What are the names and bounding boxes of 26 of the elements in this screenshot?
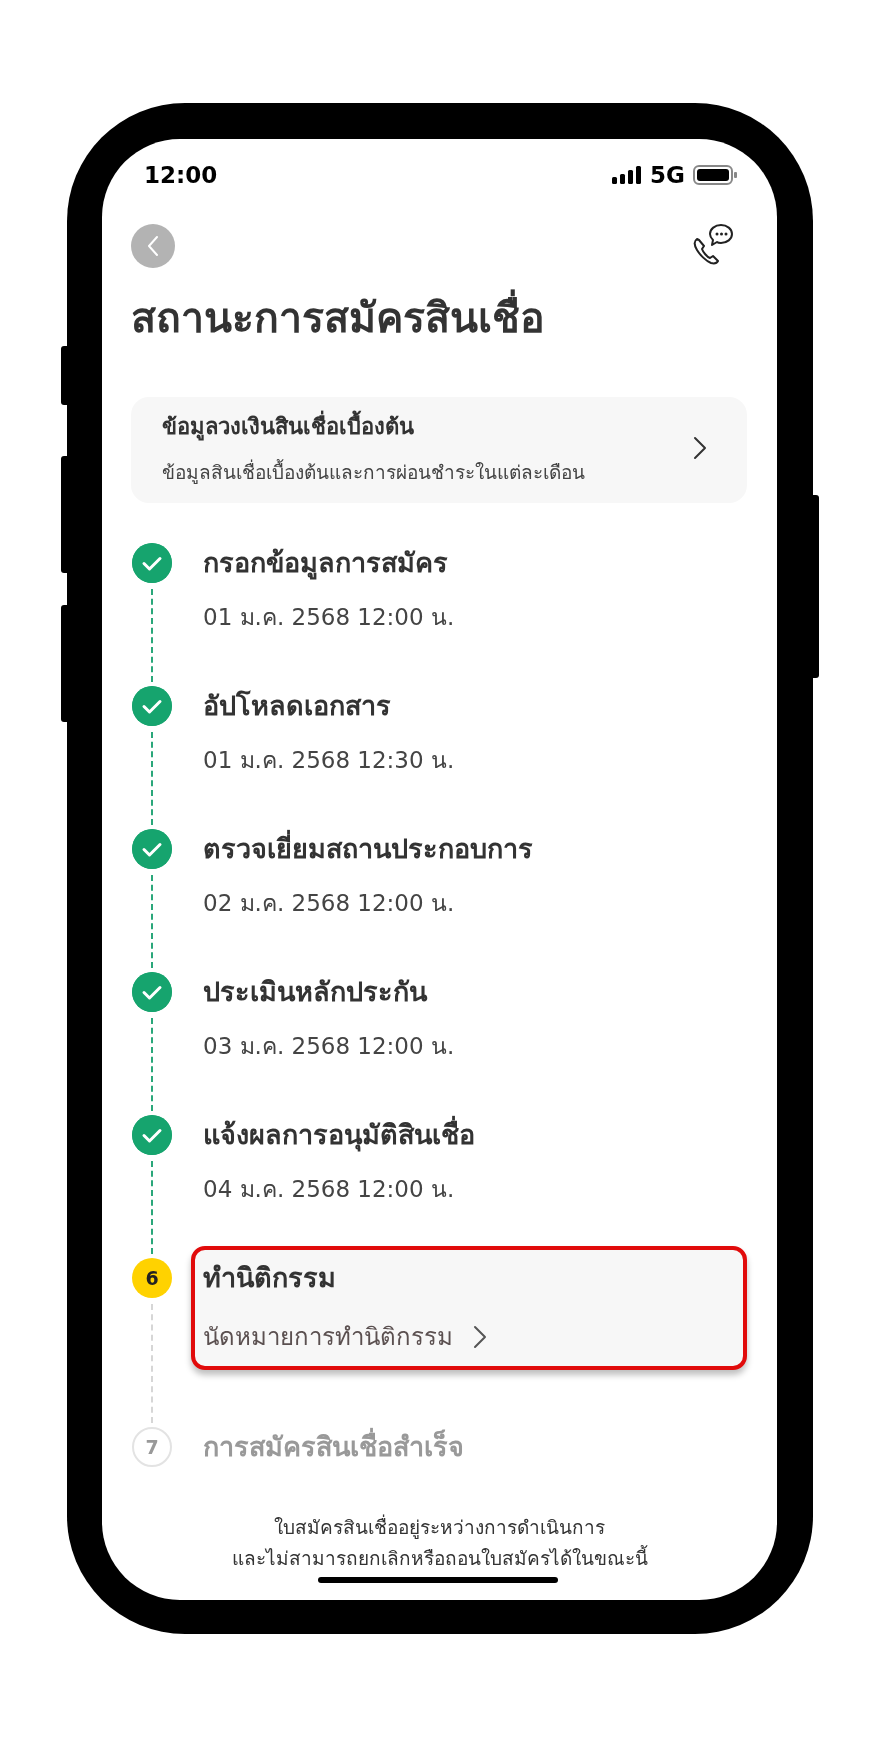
battery-icon (693, 165, 737, 185)
appointment-link[interactable]: นัดหมายการทำนิติกรรม (203, 1320, 487, 1354)
step-date: 01 ม.ค. 2568 12:00 น. (203, 603, 456, 632)
step-title: ตรวจเยี่ยมสถานประกอบการ (203, 829, 747, 869)
step-title: อัปโหลดเอกสาร (203, 689, 392, 723)
step-title: ทำนิติกรรม (203, 1261, 337, 1295)
step-date: 03 ม.ค. 2568 12:00 น. (203, 1032, 456, 1061)
page-title: สถานะการสมัครสินเชื่อ (131, 290, 777, 346)
back-icon (146, 235, 160, 257)
step-date: 01 ม.ค. 2568 12:30 น. (203, 746, 456, 775)
step-date: 02 ม.ค. 2568 12:00 น. (203, 889, 456, 918)
signal-icon (612, 166, 643, 184)
step-date: 04 ม.ค. 2568 12:00 น. (203, 1175, 456, 1204)
step-number: 6 (132, 1258, 172, 1298)
step-title: แจ้งผลการอนุมัติสินเชื่อ (203, 1115, 747, 1155)
status-time: 12:00 (144, 162, 218, 188)
step-title: ประเมินหลักประกัน (203, 975, 429, 1009)
chevron-icon (473, 1325, 487, 1349)
step-number: 7 (132, 1427, 172, 1467)
step-title: กรอกข้อมูลการสมัคร (203, 546, 449, 582)
loan-summary-card[interactable]: ข้อมูลวงเงินสินเชื่อเบื้องต้น ข้อมูลสินเชื่อเบื้องต้นและการผ่อนชำระในแต่ละเดือน (131, 397, 747, 503)
chevron-icon (693, 435, 707, 460)
network-label: 5G (650, 162, 685, 188)
note-line: ใบสมัครสินเชื่ออยู่ระหว่างการดำเนินการ (273, 1513, 606, 1541)
step-title: การสมัครสินเชื่อสำเร็จ (203, 1427, 747, 1467)
note-line: และไม่สามารถยกเลิกหรือถอนใบสมัครได้ในขณะนี้ (230, 1544, 649, 1571)
